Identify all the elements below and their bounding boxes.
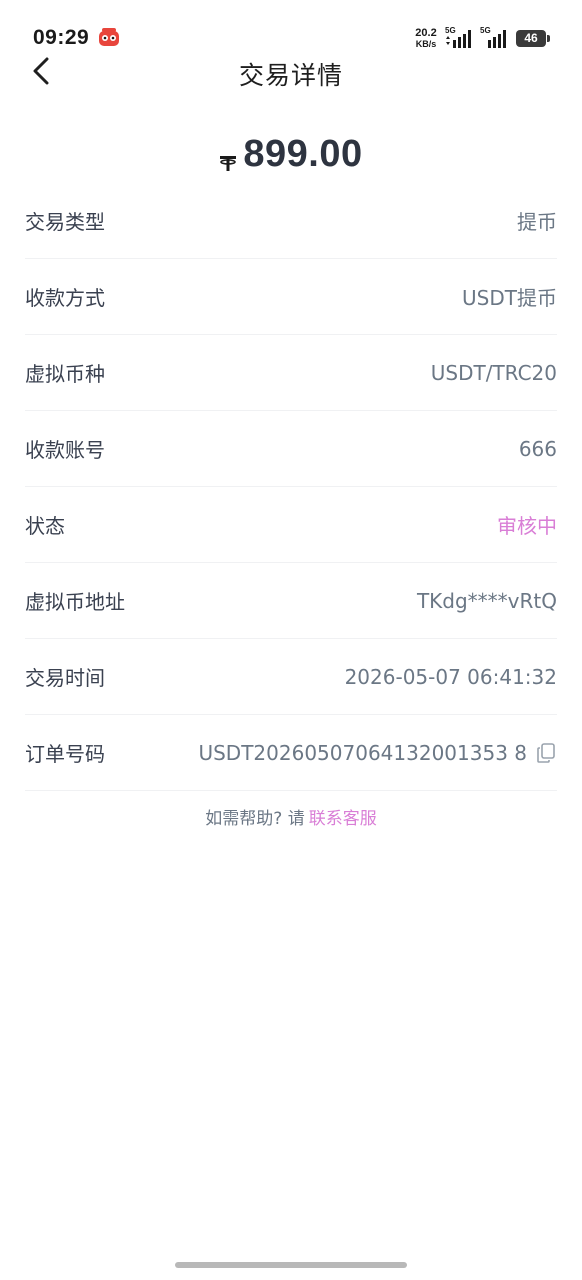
detail-row-account: 收款账号 666 [25, 411, 557, 487]
signal-bars-icon [488, 30, 506, 48]
detail-value: USDT/TRC20 [430, 360, 557, 385]
detail-row-method: 收款方式 USDT提币 [25, 259, 557, 335]
status-bar: 09:29 20.2 KB/s 5G 5G 46 [0, 0, 582, 54]
detail-row-currency: 虚拟币种 USDT/TRC20 [25, 335, 557, 411]
copy-icon[interactable] [535, 742, 557, 764]
page-title: 交易详情 [238, 61, 343, 90]
detail-label: 交易类型 [25, 210, 105, 234]
detail-row-status: 状态 审核中 [25, 487, 557, 563]
signal-bars-icon [446, 30, 471, 48]
detail-value: 2026-05-07 06:41:32 [344, 664, 557, 689]
help-text: 如需帮助? 请联系客服 [0, 804, 582, 829]
detail-row-type: 交易类型 提币 [25, 183, 557, 259]
detail-label: 虚拟币种 [25, 362, 105, 386]
order-number: USDT20260507064132001353 8 [198, 741, 557, 765]
detail-value: 提币 [517, 210, 557, 234]
detail-value: USDT20260507064132001353 8 [198, 740, 527, 765]
transaction-details: 交易类型 提币 收款方式 USDT提币 虚拟币种 USDT/TRC20 收款账号… [25, 183, 557, 791]
detail-label: 收款账号 [25, 438, 105, 462]
detail-label: 订单号码 [25, 742, 105, 766]
help-prefix: 如需帮助? 请 [205, 809, 305, 829]
detail-row-address: 虚拟币地址 TKdg****vRtQ [25, 563, 557, 639]
detail-label: 虚拟币地址 [25, 590, 125, 614]
detail-row-time: 交易时间 2026-05-07 06:41:32 [25, 639, 557, 715]
tether-icon [220, 156, 237, 171]
status-badge: 审核中 [497, 514, 557, 538]
network-speed-value: 20.2 [415, 27, 437, 39]
battery-tip [547, 35, 550, 42]
detail-label: 交易时间 [25, 666, 105, 690]
detail-label: 收款方式 [25, 286, 105, 310]
detail-value: USDT提币 [462, 286, 557, 310]
network-speed-unit: KB/s [415, 39, 437, 49]
home-indicator[interactable] [175, 1262, 407, 1268]
detail-value: 666 [518, 436, 557, 461]
detail-value: TKdg****vRtQ [416, 588, 557, 613]
detail-label: 状态 [25, 514, 65, 538]
detail-row-order: 订单号码 USDT20260507064132001353 8 [25, 715, 557, 791]
battery-icon: 46 [516, 30, 546, 47]
amount-display: 899.00 [0, 128, 582, 180]
notification-app-icon [99, 28, 119, 46]
status-time: 09:29 [33, 26, 90, 49]
contact-support-link[interactable]: 联系客服 [309, 809, 377, 829]
amount-value: 899.00 [243, 133, 363, 175]
network-speed: 20.2 KB/s [412, 27, 440, 50]
